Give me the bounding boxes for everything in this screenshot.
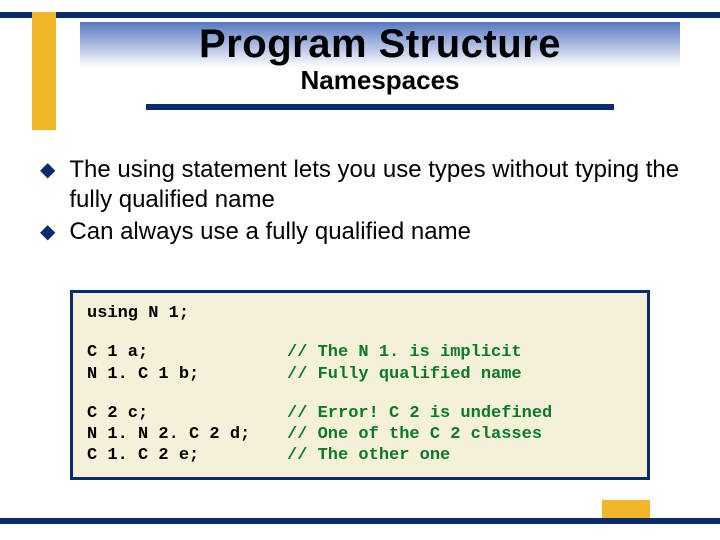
code-line: C 1. C 2 e; // The other one <box>87 445 633 466</box>
code-comment: // Error! C 2 is undefined <box>287 403 552 424</box>
bottom-border <box>0 518 720 524</box>
code-line: N 1. C 1 b; // Fully qualified name <box>87 364 633 385</box>
code-comment: // Fully qualified name <box>287 364 522 385</box>
code-text: C 1. C 2 e; <box>87 445 287 466</box>
bullet-icon: ◆ <box>40 155 55 185</box>
code-line: N 1. N 2. C 2 d; // One of the C 2 class… <box>87 424 633 445</box>
code-text: N 1. C 1 b; <box>87 364 287 385</box>
slide-title: Program Structure <box>90 22 670 67</box>
code-text: using N 1; <box>87 303 189 324</box>
code-line: using N 1; <box>87 303 633 324</box>
code-comment: // The other one <box>287 445 450 466</box>
title-gradient: Program Structure Namespaces <box>80 22 680 98</box>
bullet-text: The using statement lets you use types w… <box>69 155 680 215</box>
code-line: C 1 a; // The N 1. is implicit <box>87 342 633 363</box>
slide-subtitle: Namespaces <box>90 65 670 96</box>
code-text: C 2 c; <box>87 403 287 424</box>
code-line: C 2 c; // Error! C 2 is undefined <box>87 403 633 424</box>
bullet-text: Can always use a fully qualified name <box>69 217 471 247</box>
code-gap <box>87 324 633 342</box>
code-text: C 1 a; <box>87 342 287 363</box>
title-block: Program Structure Namespaces <box>80 22 680 110</box>
top-border <box>0 12 720 18</box>
code-comment: // One of the C 2 classes <box>287 424 542 445</box>
side-accent <box>32 12 56 130</box>
list-item: ◆ The using statement lets you use types… <box>40 155 680 215</box>
title-underline <box>146 104 614 110</box>
code-text: N 1. N 2. C 2 d; <box>87 424 287 445</box>
code-comment: // The N 1. is implicit <box>287 342 522 363</box>
code-box: using N 1; C 1 a; // The N 1. is implici… <box>70 290 650 480</box>
bullet-list: ◆ The using statement lets you use types… <box>40 155 680 249</box>
bullet-icon: ◆ <box>40 217 55 247</box>
list-item: ◆ Can always use a fully qualified name <box>40 217 680 247</box>
code-gap <box>87 385 633 403</box>
